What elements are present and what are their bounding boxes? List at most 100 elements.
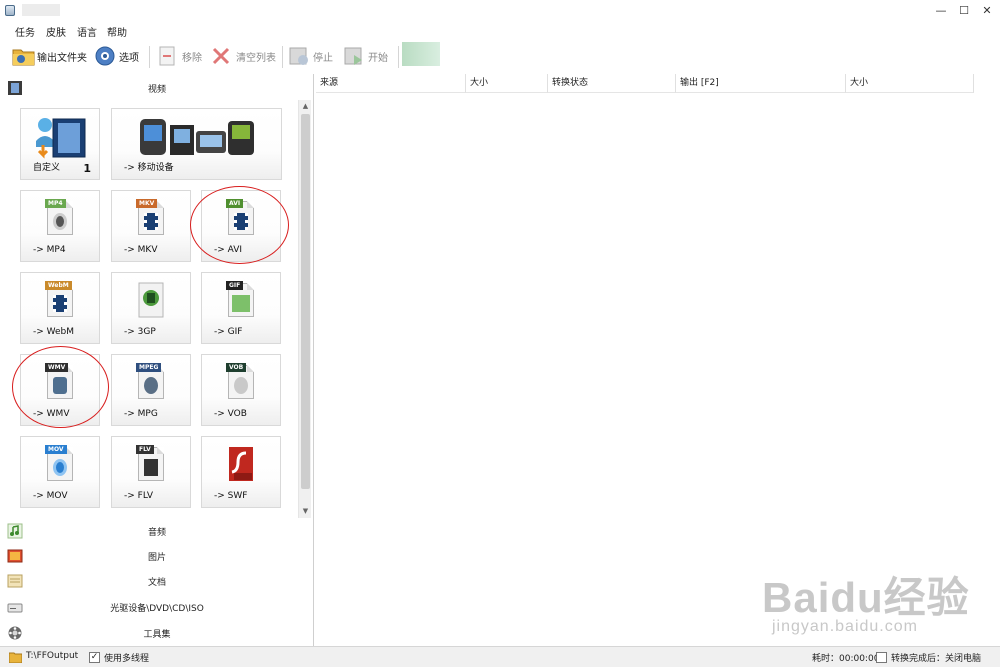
category-tools[interactable]: 工具集: [0, 621, 314, 645]
clear-list-label: 清空列表: [236, 52, 276, 64]
minimize-button[interactable]: —: [930, 3, 952, 19]
tile-label: -> MKV: [124, 245, 158, 255]
video-format-grid: 自定义 1 -> 移动设备 MP4 -> MP4 MKV -> MKV AVI …: [0, 100, 297, 518]
category-audio-label: 音频: [147, 528, 166, 538]
tile-label: -> MP4: [33, 245, 66, 255]
column-output-size[interactable]: 大小: [846, 74, 974, 93]
stop-icon: [288, 45, 310, 67]
multithread-label: 使用多线程: [104, 654, 150, 664]
tile-label: -> WMV: [33, 409, 70, 419]
category-video[interactable]: 视频: [0, 76, 314, 100]
tile-label: -> FLV: [124, 491, 154, 501]
tile-avi[interactable]: AVI -> AVI: [201, 190, 281, 262]
category-optical-drive[interactable]: 光驱设备\DVD\CD\ISO: [0, 595, 314, 619]
output-folder-button[interactable]: 输出文件夹: [12, 44, 87, 68]
remove-label: 移除: [182, 52, 202, 64]
category-audio[interactable]: 音频: [0, 519, 314, 543]
toolbar: 输出文件夹 选项 移除 清空列表 停止 开始: [0, 40, 1000, 72]
file-list-panel: 来源 大小 转换状态 输出 [F2] 大小: [316, 74, 1000, 646]
tile-swf[interactable]: -> SWF: [201, 436, 281, 508]
column-output[interactable]: 输出 [F2]: [676, 74, 846, 93]
wmv-file-icon: WMV: [45, 363, 77, 401]
gif-file-icon: GIF: [226, 281, 258, 319]
tile-wmv[interactable]: WMV -> WMV: [20, 354, 100, 426]
category-optical-drive-label: 光驱设备\DVD\CD\ISO: [110, 604, 204, 614]
conversion-categories-panel: 视频 自定义 1 -> 移动设备 MP4 -> MP4 MKV -> MKV A…: [0, 74, 314, 646]
category-tools-label: 工具集: [143, 630, 171, 640]
app-icon: [5, 5, 15, 16]
start-button[interactable]: 开始: [343, 44, 388, 68]
3gp-file-icon: [136, 281, 168, 319]
tile-3gp[interactable]: -> 3GP: [111, 272, 191, 344]
column-source[interactable]: 来源: [316, 74, 466, 93]
tile-mobile-devices[interactable]: -> 移动设备: [111, 108, 282, 180]
close-button[interactable]: ✕: [976, 3, 998, 19]
tile-custom[interactable]: 自定义 1: [20, 108, 100, 180]
after-convert-label: 转换完成后：关闭电脑: [891, 654, 982, 664]
tile-mov[interactable]: MOV -> MOV: [20, 436, 100, 508]
watermark-url: jingyan.baidu.com: [772, 618, 918, 635]
gear-icon: [94, 45, 116, 67]
tile-flv[interactable]: FLV -> FLV: [111, 436, 191, 508]
menu-bar: 任务 皮肤 语言 帮助: [0, 22, 1000, 40]
elapsed-time: 耗时：00:00:00: [812, 654, 880, 664]
swf-file-icon: [226, 445, 258, 483]
tile-label: -> VOB: [214, 409, 247, 419]
tile-label: -> SWF: [214, 491, 248, 501]
tile-vob[interactable]: VOB -> VOB: [201, 354, 281, 426]
tile-count: 1: [83, 162, 91, 175]
maximize-button[interactable]: ☐: [953, 3, 975, 19]
remove-icon: [157, 45, 179, 67]
custom-profile-icon: [33, 115, 89, 161]
multithread-checkbox[interactable]: ✓: [89, 652, 100, 663]
folder-icon: [12, 45, 35, 67]
tile-label: -> AVI: [214, 245, 243, 255]
watermark-text: Baidu经验: [762, 574, 970, 621]
menu-skin[interactable]: 皮肤: [46, 24, 66, 39]
tile-label: 自定义: [33, 163, 61, 173]
window-title-blurred: [22, 4, 60, 16]
tile-webm[interactable]: WebM -> WebM: [20, 272, 100, 344]
clear-list-button[interactable]: 清空列表: [211, 44, 276, 68]
webm-file-icon: WebM: [45, 281, 77, 319]
tile-label: -> 移动设备: [124, 163, 174, 173]
category-image[interactable]: 图片: [0, 544, 314, 568]
category-document[interactable]: 文档: [0, 569, 314, 593]
mov-file-icon: MOV: [45, 445, 77, 483]
folder-icon[interactable]: [8, 651, 23, 664]
options-button[interactable]: 选项: [94, 44, 139, 68]
scroll-thumb[interactable]: [301, 114, 310, 489]
tile-gif[interactable]: GIF -> GIF: [201, 272, 281, 344]
column-size[interactable]: 大小: [466, 74, 548, 93]
menu-help[interactable]: 帮助: [107, 24, 127, 39]
column-status[interactable]: 转换状态: [548, 74, 676, 93]
options-label: 选项: [119, 52, 139, 64]
tile-label: -> MOV: [33, 491, 68, 501]
title-bar: — ☐ ✕: [0, 0, 1000, 22]
flv-file-icon: FLV: [136, 445, 168, 483]
play-icon: [343, 45, 365, 67]
format-grid-scrollbar[interactable]: ▲ ▼: [298, 100, 311, 518]
tile-label: -> MPG: [124, 409, 158, 419]
menu-task[interactable]: 任务: [15, 24, 35, 39]
scroll-up-arrow[interactable]: ▲: [299, 100, 312, 113]
mkv-file-icon: MKV: [136, 199, 168, 237]
menu-language[interactable]: 语言: [77, 24, 97, 39]
stop-button[interactable]: 停止: [288, 44, 333, 68]
tile-mkv[interactable]: MKV -> MKV: [111, 190, 191, 262]
scroll-down-arrow[interactable]: ▼: [299, 505, 312, 518]
category-video-label: 视频: [147, 85, 166, 95]
mobile-devices-icon: [134, 115, 264, 161]
tile-label: -> 3GP: [124, 327, 156, 337]
output-folder-label: 输出文件夹: [37, 52, 87, 64]
tile-label: -> WebM: [33, 327, 75, 337]
tile-mp4[interactable]: MP4 -> MP4: [20, 190, 100, 262]
output-path[interactable]: T:\FFOutput: [26, 651, 78, 661]
after-convert-checkbox[interactable]: [876, 652, 887, 663]
remove-button[interactable]: 移除: [157, 44, 202, 68]
toolbar-separator: [398, 46, 399, 68]
tile-mpg[interactable]: MPEG -> MPG: [111, 354, 191, 426]
mp4-file-icon: MP4: [45, 199, 77, 237]
clear-icon: [211, 45, 233, 67]
avi-file-icon: AVI: [226, 199, 258, 237]
